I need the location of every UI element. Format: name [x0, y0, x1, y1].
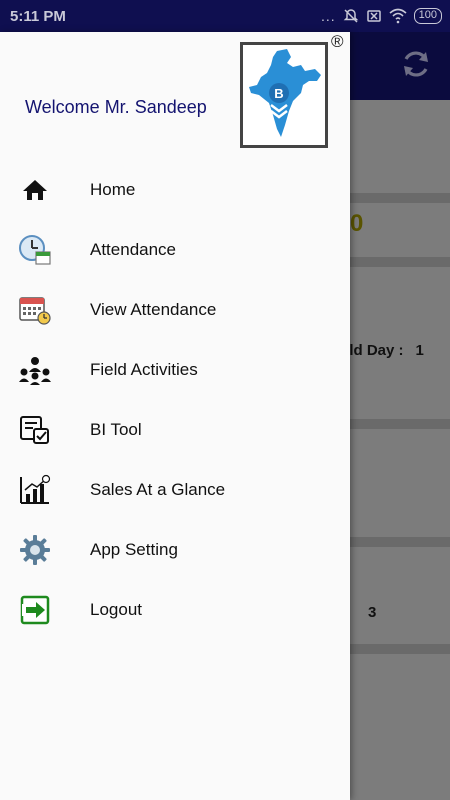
menu-item-app-setting[interactable]: App Setting: [0, 520, 350, 580]
logo-letter: B: [274, 86, 283, 101]
more-dots-icon: ...: [320, 8, 336, 24]
background-divider: [350, 257, 450, 267]
menu-item-label: Field Activities: [90, 360, 198, 379]
calendar-icon: [18, 294, 52, 326]
refresh-icon[interactable]: [400, 48, 432, 80]
bi-tool-icon: [18, 414, 52, 446]
battery-indicator: 100: [413, 8, 442, 24]
background-divider: [350, 419, 450, 429]
home-icon: [18, 174, 52, 206]
field-day-label: eld Day :: [341, 342, 404, 359]
menu-item-label: Sales At a Glance: [90, 480, 226, 499]
background-value: 0: [350, 210, 364, 237]
menu-item-label: Logout: [90, 600, 142, 619]
menu-item-label: App Setting: [90, 540, 178, 559]
sim-off-icon: [366, 10, 381, 22]
menu-item-label: Home: [90, 180, 136, 199]
sales-chart-icon: [18, 474, 52, 506]
menu-item-home[interactable]: Home: [0, 160, 350, 220]
navigation-drawer: Welcome Mr. Sandeep B ® Home Attendance …: [0, 32, 350, 800]
field-day-text: eld Day : 1: [341, 342, 424, 359]
welcome-text: Welcome Mr. Sandeep: [25, 97, 207, 117]
background-divider: [350, 537, 450, 547]
menu-item-sales-at-a-glance[interactable]: Sales At a Glance: [0, 460, 350, 520]
background-divider: [350, 644, 450, 654]
status-icons: ... 100: [321, 8, 442, 24]
attendance-clock-icon: [18, 234, 52, 266]
menu-item-view-attendance[interactable]: View Attendance: [0, 280, 350, 340]
background-divider: [350, 193, 450, 203]
menu-item-logout[interactable]: Logout: [0, 580, 350, 640]
wifi-icon: [389, 8, 407, 24]
registered-mark: ®: [331, 32, 344, 51]
background-count: 3: [368, 604, 377, 621]
logout-icon: [18, 594, 52, 626]
status-bar: 5:11 PM ... 100: [0, 0, 450, 32]
status-time: 5:11 PM: [10, 8, 66, 25]
menu-item-attendance[interactable]: Attendance: [0, 220, 350, 280]
menu-item-label: Attendance: [90, 240, 177, 259]
gear-icon: [18, 534, 52, 566]
company-logo: B: [240, 42, 328, 148]
menu-item-field-activities[interactable]: Field Activities: [0, 340, 350, 400]
india-map-logo: B: [249, 49, 321, 137]
team-icon: [18, 354, 52, 386]
menu-item-label: BI Tool: [90, 420, 142, 439]
menu-item-bi-tool[interactable]: BI Tool: [0, 400, 350, 460]
silent-alarm-icon: [343, 9, 358, 23]
menu-item-label: View Attendance: [90, 300, 217, 319]
field-day-value: 1: [415, 342, 424, 359]
drawer-menu: Home Attendance View Attendance Field Ac…: [0, 160, 350, 640]
